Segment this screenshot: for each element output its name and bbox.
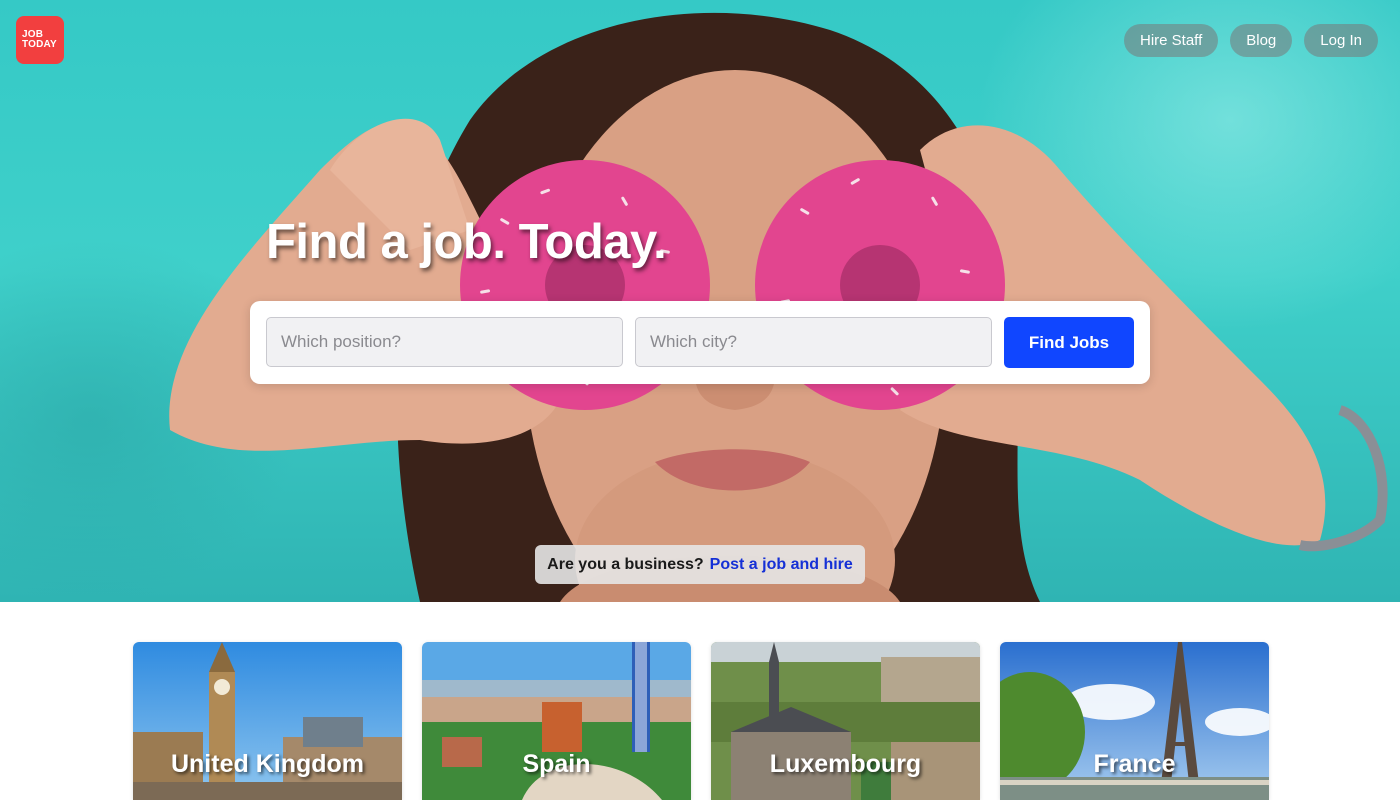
job-today-logo[interactable]: JOB TODAY — [16, 16, 64, 64]
country-cards: United Kingdom Spain Luxembourg France — [133, 642, 1269, 800]
post-job-link[interactable]: Post a job and hire — [710, 556, 853, 574]
country-card-luxembourg[interactable]: Luxembourg — [711, 642, 980, 800]
hero-headline: Find a job. Today. — [266, 215, 667, 269]
job-search-form: Find Jobs — [250, 301, 1150, 384]
top-nav: Hire Staff Blog Log In — [1124, 24, 1378, 57]
country-name: United Kingdom — [170, 750, 365, 778]
business-banner: Are you a business? Post a job and hire — [535, 545, 865, 584]
find-jobs-button[interactable]: Find Jobs — [1004, 317, 1134, 368]
country-name: Luxembourg — [769, 750, 922, 778]
position-input[interactable] — [266, 317, 623, 367]
city-input[interactable] — [635, 317, 992, 367]
country-card-france[interactable]: France — [1000, 642, 1269, 800]
business-question: Are you a business? — [547, 555, 704, 573]
hero-section: JOB TODAY Hire Staff Blog Log In Find a … — [0, 0, 1400, 602]
logo-line-2: TODAY — [22, 39, 57, 50]
country-card-spain[interactable]: Spain — [422, 642, 691, 800]
hire-staff-button[interactable]: Hire Staff — [1124, 24, 1219, 57]
country-name: France — [1093, 750, 1176, 778]
log-in-button[interactable]: Log In — [1304, 24, 1378, 57]
country-card-united-kingdom[interactable]: United Kingdom — [133, 642, 402, 800]
blog-button[interactable]: Blog — [1230, 24, 1293, 57]
country-name: Spain — [522, 750, 591, 778]
